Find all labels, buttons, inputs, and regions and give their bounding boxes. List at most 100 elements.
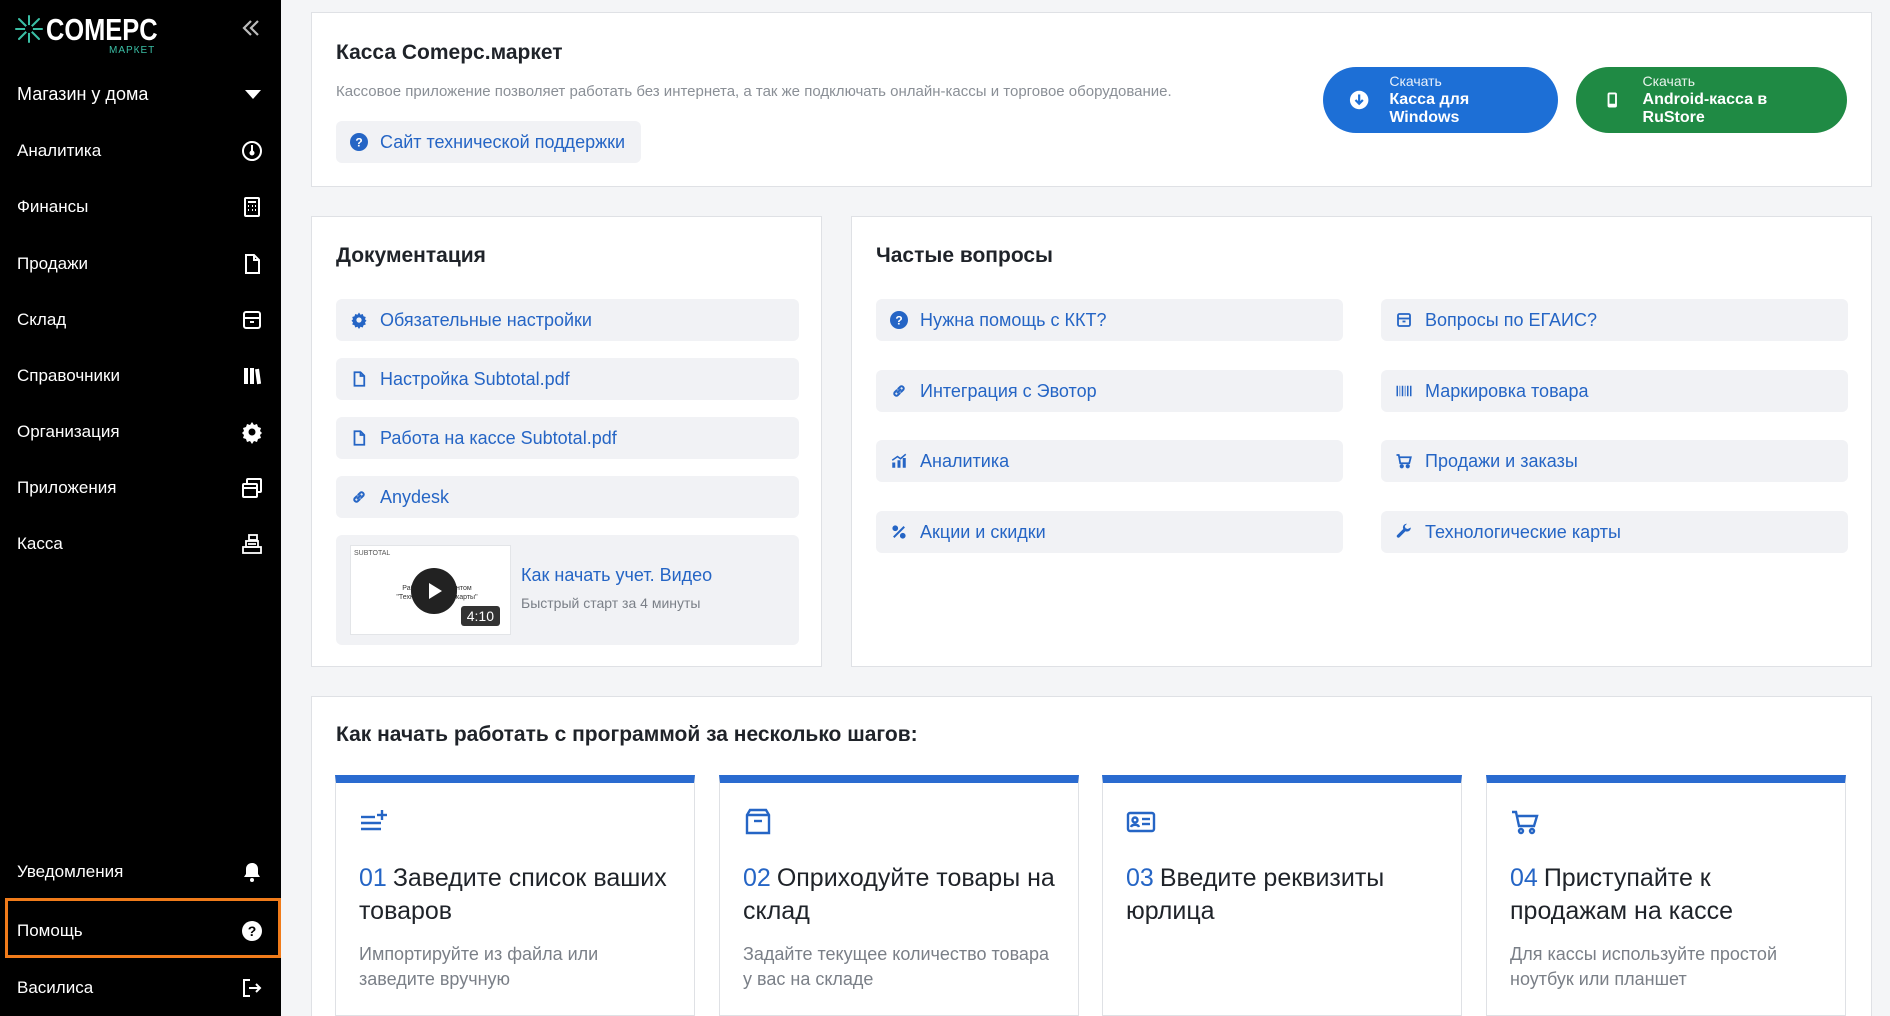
sidebar-item-organization[interactable]: Организация <box>0 408 281 456</box>
play-icon[interactable] <box>411 568 457 614</box>
svg-text:?: ? <box>355 136 362 150</box>
support-site-label: Сайт технической поддержки <box>380 131 626 152</box>
step-title: 04 Приступайте к продажам на кассе <box>1510 862 1822 928</box>
doc-link-subtotal-settings[interactable]: Настройка Subtotal.pdf <box>336 358 799 400</box>
video-title[interactable]: Как начать учет. Видео <box>521 565 712 586</box>
sidebar: COMEPC МАРКЕТ Магазин у дома Аналитика Ф… <box>0 0 281 1016</box>
faq-link-label: Маркировка товара <box>1425 380 1589 401</box>
kassa-card: Касса Comepc.маркет Кассовое приложение … <box>311 12 1872 187</box>
download-android-button[interactable]: Скачать Android-касса в RuStore <box>1576 67 1847 133</box>
step-title: 02 Оприходуйте товары на склад <box>743 862 1055 928</box>
percent-icon <box>892 525 906 539</box>
faq-link-tech-cards[interactable]: Технологические карты <box>1381 511 1848 553</box>
file-icon <box>353 430 366 446</box>
step-number: 03 <box>1126 864 1154 892</box>
list-add-icon <box>361 810 387 831</box>
step-card-4: 04 Приступайте к продажам на кассе Для ка… <box>1486 775 1846 1016</box>
chart-icon <box>891 453 907 468</box>
doc-link-subtotal-work[interactable]: Работа на кассе Subtotal.pdf <box>336 417 799 459</box>
gear-icon <box>240 420 264 444</box>
sidebar-item-warehouse[interactable]: Склад <box>0 296 281 344</box>
wrench-icon <box>1396 523 1411 538</box>
books-icon <box>240 364 264 388</box>
faq-link-label: Продажи и заказы <box>1425 450 1578 471</box>
sidebar-item-label: Касса <box>17 534 63 553</box>
logo-star-icon <box>15 15 43 43</box>
bell-icon <box>240 860 264 884</box>
logo[interactable]: COMEPC МАРКЕТ <box>14 8 164 56</box>
link-icon <box>893 385 905 397</box>
sidebar-item-label: Справочники <box>17 366 120 385</box>
faq-link-promotions[interactable]: Акции и скидки <box>876 511 1343 553</box>
box-icon <box>745 808 771 835</box>
support-site-link[interactable]: ? Сайт технической поддержки <box>336 121 641 163</box>
sidebar-item-analytics[interactable]: Аналитика <box>0 127 281 175</box>
faq-link-label: Нужна помощь с ККТ? <box>920 309 1107 330</box>
step-title-text: Оприходуйте товары на склад <box>743 864 1055 925</box>
sidebar-item-apps[interactable]: Приложения <box>0 464 281 512</box>
step-number: 01 <box>359 864 387 892</box>
store-name: Магазин у дома <box>17 83 149 104</box>
step-card-1: 01 Заведите список ваших товаров Импортир… <box>335 775 695 1016</box>
phone-icon <box>1607 92 1617 108</box>
download-android-label: Android-касса в RuStore <box>1642 91 1768 126</box>
video-quick-start[interactable]: SUBTOTAL Работа с документом "Технологич… <box>336 535 799 645</box>
sidebar-item-label: Аналитика <box>17 141 102 160</box>
file-icon <box>353 371 366 387</box>
cart-icon <box>1512 810 1539 835</box>
step-title-text: Приступайте к продажам на кассе <box>1510 864 1733 925</box>
faq-link-egais[interactable]: Вопросы по ЕГАИС? <box>1381 299 1848 341</box>
logo-subtitle: МАРКЕТ <box>109 45 156 56</box>
faq-link-sales-orders[interactable]: Продажи и заказы <box>1381 440 1848 482</box>
doc-link-label: Работа на кассе Subtotal.pdf <box>380 427 617 448</box>
faq-link-evotor[interactable]: Интеграция с Эвотор <box>876 370 1343 412</box>
cash-register-icon <box>240 532 264 556</box>
box-icon <box>240 308 264 332</box>
doc-link-label: Обязательные настройки <box>380 309 592 330</box>
store-selector[interactable]: Магазин у дома <box>0 72 281 116</box>
sidebar-item-kassa[interactable]: Касса <box>0 520 281 568</box>
sidebar-item-help[interactable]: Помощь ? <box>0 907 281 955</box>
documentation-title: Документация <box>336 244 486 267</box>
video-thumbnail[interactable]: SUBTOTAL Работа с документом "Технологич… <box>350 545 511 635</box>
question-icon: ? <box>890 311 908 329</box>
faq-link-label: Акции и скидки <box>920 521 1046 542</box>
faq-link-kkt[interactable]: ? Нужна помощь с ККТ? <box>876 299 1343 341</box>
collapse-sidebar-icon[interactable] <box>239 16 263 40</box>
download-windows-button[interactable]: Скачать Касса для Windows <box>1323 67 1558 133</box>
sidebar-item-label: Василиса <box>17 978 94 997</box>
sidebar-item-label: Приложения <box>17 478 117 497</box>
sidebar-item-label: Уведомления <box>17 862 124 881</box>
sidebar-item-references[interactable]: Справочники <box>0 352 281 400</box>
step-card-3: 03 Введите реквизиты юрлица <box>1102 775 1462 1016</box>
sidebar-item-user[interactable]: Василиса <box>0 964 281 1012</box>
cart-icon <box>1396 454 1412 469</box>
svg-text:?: ? <box>248 923 257 939</box>
faq-link-marking[interactable]: Маркировка товара <box>1381 370 1848 412</box>
step-description: Задайте текущее количество товара у вас … <box>743 944 1049 989</box>
sidebar-item-label: Продажи <box>17 254 88 273</box>
doc-link-label: Anydesk <box>380 486 450 507</box>
sidebar-item-notifications[interactable]: Уведомления <box>0 848 281 896</box>
step-title-text: Введите реквизиты юрлица <box>1126 864 1385 925</box>
gear-icon <box>351 312 367 329</box>
sidebar-item-label: Организация <box>17 422 120 441</box>
sidebar-item-sales[interactable]: Продажи <box>0 240 281 288</box>
faq-link-label: Технологические карты <box>1425 521 1621 542</box>
id-card-icon <box>1126 811 1156 833</box>
doc-link-label: Настройка Subtotal.pdf <box>380 368 570 389</box>
doc-link-required-settings[interactable]: Обязательные настройки <box>336 299 799 341</box>
faq-title: Частые вопросы <box>876 244 1053 267</box>
sidebar-item-label: Помощь <box>17 921 83 940</box>
sidebar-item-finance[interactable]: Финансы <box>0 183 281 231</box>
download-icon <box>1349 90 1369 110</box>
question-icon: ? <box>350 133 368 151</box>
thumb-brand: SUBTOTAL <box>354 550 391 557</box>
faq-link-label: Аналитика <box>920 450 1010 471</box>
doc-link-anydesk[interactable]: Anydesk <box>336 476 799 518</box>
download-windows-small: Скачать <box>1389 73 1442 89</box>
faq-link-analytics[interactable]: Аналитика <box>876 440 1343 482</box>
step-title: 03 Введите реквизиты юрлица <box>1126 862 1438 928</box>
kassa-description: Кассовое приложение позволяет работать б… <box>336 83 1172 100</box>
logout-icon <box>240 976 264 1000</box>
